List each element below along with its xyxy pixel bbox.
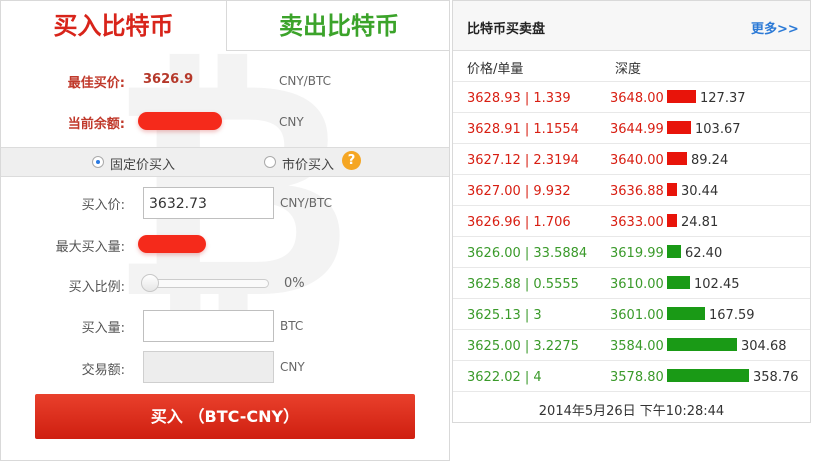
depth-volume-bar: [667, 90, 696, 103]
price-qty-cell: 3627.00 | 9.932: [467, 184, 571, 199]
mode-market-label[interactable]: 市价买入: [282, 154, 334, 173]
ask-row[interactable]: 3627.00 | 9.932 3636.88 30.44: [453, 175, 810, 206]
price-qty-cell: 3625.00 | 3.2275: [467, 339, 579, 354]
depth-volume-value: 24.81: [681, 215, 719, 230]
order-book-timestamp: 2014年5月26日 下午10:28:44: [538, 404, 725, 419]
price-qty-cell: 3628.93 | 1.339: [467, 91, 571, 106]
depth-volume-value: 167.59: [709, 308, 755, 323]
buy-price-label: 买入价:: [81, 198, 125, 213]
ask-row[interactable]: 3628.93 | 1.339 3648.00 127.37: [453, 82, 810, 113]
buy-amount-label: 买入量:: [81, 321, 125, 336]
order-book-title: 比特币买卖盘: [467, 22, 546, 37]
depth-price-cell: 3633.00: [610, 215, 664, 230]
depth-price-cell: 3636.88: [610, 184, 664, 199]
depth-price-cell: 3610.00: [610, 277, 664, 292]
depth-volume-value: 30.44: [681, 184, 719, 199]
depth-price-cell: 3584.00: [610, 339, 664, 354]
depth-volume-bar: [667, 152, 687, 165]
trade-total-label: 交易额:: [81, 363, 125, 378]
order-book-panel: 比特币买卖盘 更多>> 价格/单量 深度 3628.93 | 1.339 3648…: [452, 0, 811, 423]
trade-total-unit: CNY: [280, 360, 305, 374]
buy-price-input[interactable]: 3632.73: [143, 187, 274, 219]
trade-total-field: [143, 351, 274, 383]
depth-volume-bar: [667, 121, 691, 134]
order-book-header: 比特币买卖盘 更多>>: [453, 1, 810, 51]
balance-label: 当前余额:: [67, 117, 125, 132]
depth-volume-value: 89.24: [691, 153, 729, 168]
bid-row[interactable]: 3625.88 | 0.5555 3610.00 102.45: [453, 268, 810, 299]
depth-price-cell: 3648.00: [610, 91, 664, 106]
depth-price-cell: 3601.00: [610, 308, 664, 323]
max-buy-label: 最大买入量:: [55, 240, 125, 255]
depth-volume-value: 62.40: [685, 246, 723, 261]
depth-volume-bar: [667, 307, 705, 320]
bid-row[interactable]: 3622.02 | 4 3578.80 358.76: [453, 361, 810, 392]
depth-price-cell: 3619.99: [610, 246, 664, 261]
buy-ratio-slider-track[interactable]: [143, 279, 269, 288]
price-qty-cell: 3628.91 | 1.1554: [467, 122, 579, 137]
buy-amount-unit: BTC: [280, 319, 304, 333]
tab-buy-bitcoin[interactable]: 买入比特币: [1, 1, 227, 51]
help-question-icon[interactable]: ?: [342, 151, 361, 170]
ask-row[interactable]: 3626.96 | 1.706 3633.00 24.81: [453, 206, 810, 237]
depth-volume-value: 102.45: [694, 277, 740, 292]
depth-volume-bar: [667, 369, 749, 382]
bid-row[interactable]: 3625.13 | 3 3601.00 167.59: [453, 299, 810, 330]
price-qty-cell: 3627.12 | 2.3194: [467, 153, 579, 168]
depth-price-cell: 3578.80: [610, 370, 664, 385]
column-depth: 深度: [615, 62, 642, 77]
price-qty-cell: 3625.88 | 0.5555: [467, 277, 579, 292]
order-mode-bar: 固定价买入 市价买入: [1, 147, 449, 177]
column-price-qty: 价格/单量: [467, 62, 524, 77]
price-qty-cell: 3625.13 | 3: [467, 308, 542, 323]
depth-volume-bar: [667, 276, 690, 289]
bid-row[interactable]: 3625.00 | 3.2275 3584.00 304.68: [453, 330, 810, 361]
trade-tabs: 买入比特币 卖出比特币: [1, 1, 449, 51]
buy-ratio-label: 买入比例:: [68, 280, 125, 295]
price-qty-cell: 3626.00 | 33.5884: [467, 246, 588, 261]
depth-volume-bar: [667, 338, 737, 351]
ask-row[interactable]: 3628.91 | 1.1554 3644.99 103.67: [453, 113, 810, 144]
depth-price-cell: 3644.99: [610, 122, 664, 137]
buy-submit-button[interactable]: 买入 （BTC-CNY）: [35, 394, 415, 439]
balance-redaction: [138, 112, 222, 130]
buy-panel: ₿ 买入比特币 卖出比特币 最佳买价: 3626.9 CNY/BTC 当前余额:…: [0, 0, 450, 461]
best-price-label: 最佳买价:: [67, 76, 125, 91]
buy-ratio-slider-handle[interactable]: [141, 274, 159, 292]
depth-volume-bar: [667, 183, 677, 196]
bid-row[interactable]: 3626.00 | 33.5884 3619.99 62.40: [453, 237, 810, 268]
buy-ratio-value: 0%: [284, 276, 305, 291]
depth-volume-value: 358.76: [753, 370, 799, 385]
price-qty-cell: 3626.96 | 1.706: [467, 215, 571, 230]
depth-volume-value: 127.37: [700, 91, 746, 106]
depth-volume-value: 103.67: [695, 122, 741, 137]
mode-market-radio[interactable]: [264, 156, 276, 168]
tab-sell-bitcoin[interactable]: 卖出比特币: [227, 1, 449, 51]
max-buy-redaction: [138, 235, 206, 253]
balance-unit: CNY: [279, 115, 304, 129]
price-qty-cell: 3622.02 | 4: [467, 370, 542, 385]
depth-volume-bar: [667, 214, 677, 227]
buy-price-unit: CNY/BTC: [280, 196, 332, 210]
best-price-value: 3626.9: [143, 72, 194, 87]
buy-amount-input[interactable]: [143, 310, 274, 342]
depth-price-cell: 3640.00: [610, 153, 664, 168]
mode-fixed-radio[interactable]: [92, 156, 104, 168]
ask-row[interactable]: 3627.12 | 2.3194 3640.00 89.24: [453, 144, 810, 175]
order-book-more-link[interactable]: 更多>>: [751, 18, 799, 37]
depth-volume-bar: [667, 245, 681, 258]
mode-fixed-label[interactable]: 固定价买入: [110, 154, 175, 173]
depth-volume-value: 304.68: [741, 339, 787, 354]
best-price-unit: CNY/BTC: [279, 74, 331, 88]
